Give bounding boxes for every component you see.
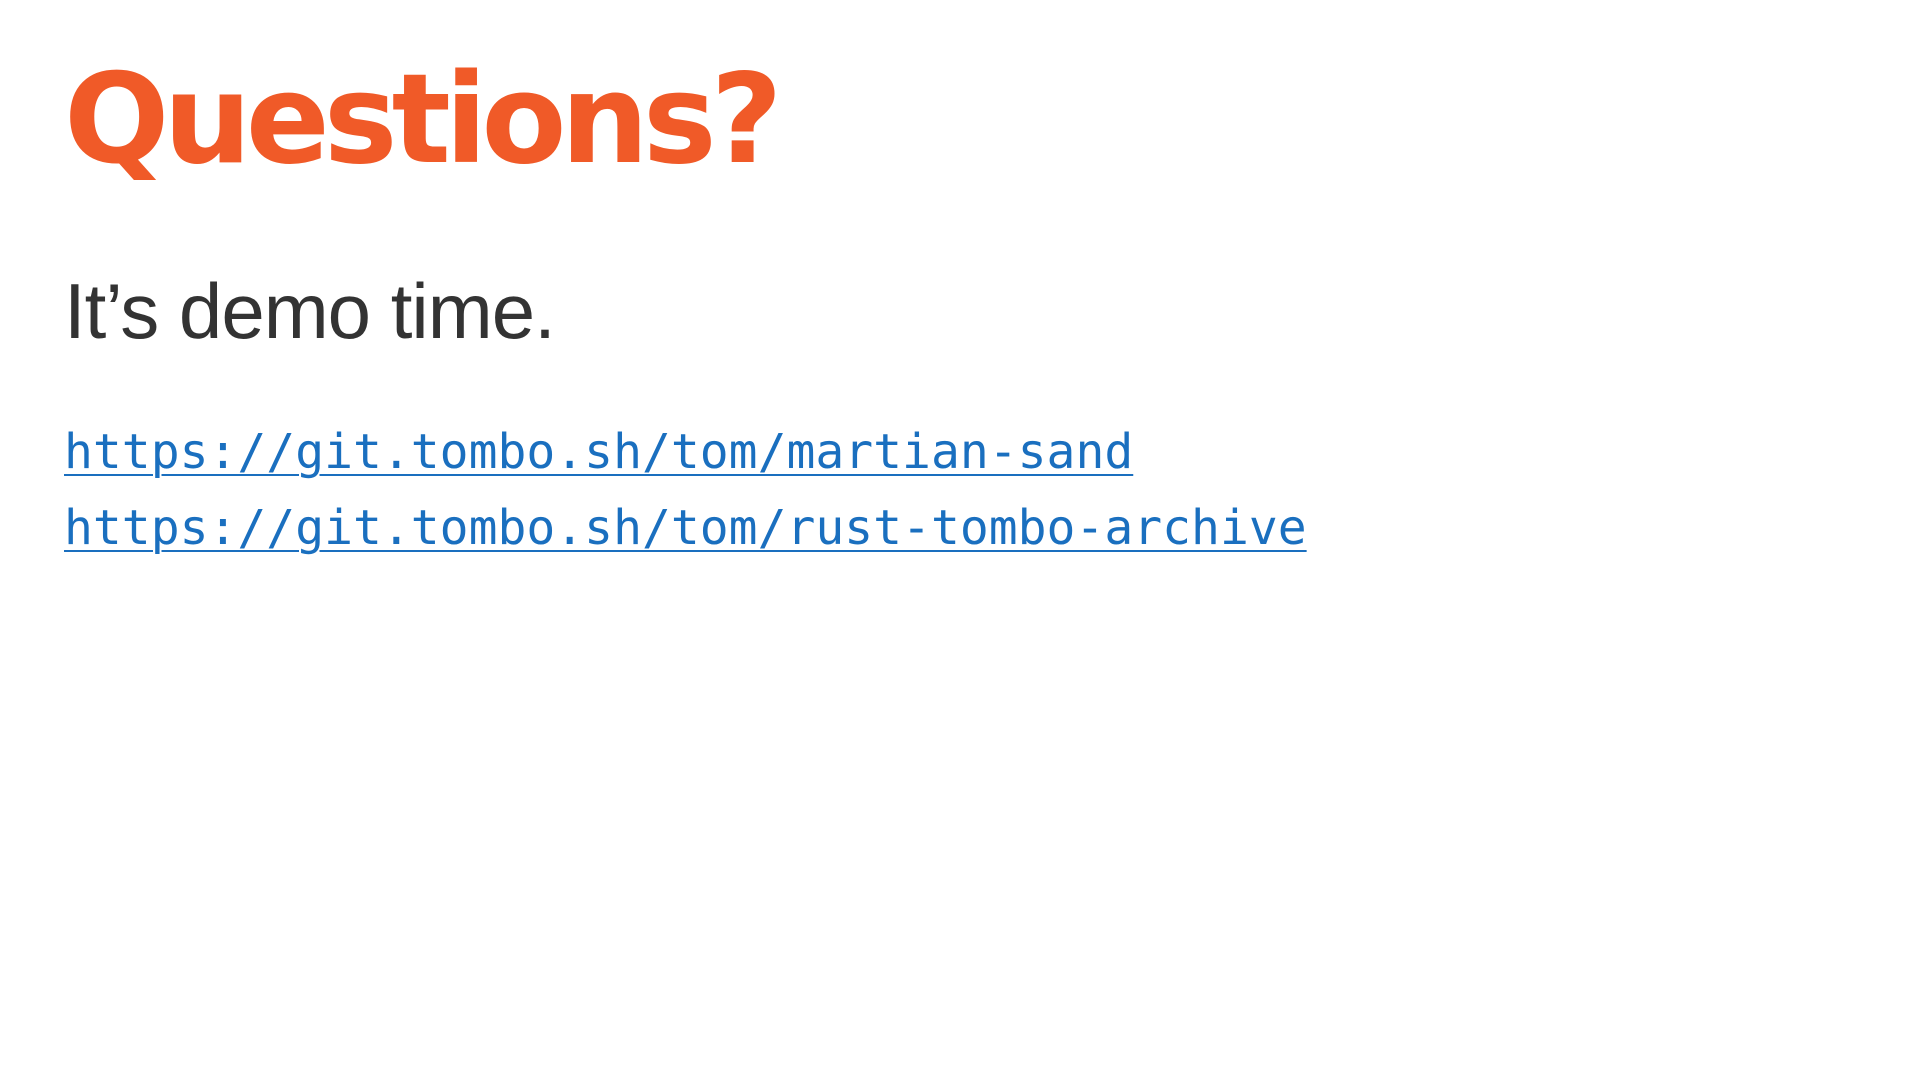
repo-link-martian-sand[interactable]: https://git.tombo.sh/tom/martian-sand	[64, 424, 1133, 480]
slide-title: Questions?	[64, 48, 783, 192]
list-item: https://git.tombo.sh/tom/rust-tombo-arch…	[64, 500, 1307, 576]
list-item: https://git.tombo.sh/tom/martian-sand	[64, 424, 1307, 500]
slide-subtitle: It’s demo time.	[64, 267, 556, 355]
repo-link-rust-tombo-archive[interactable]: https://git.tombo.sh/tom/rust-tombo-arch…	[64, 500, 1307, 556]
link-list: https://git.tombo.sh/tom/martian-sand ht…	[64, 424, 1307, 576]
slide: Questions? It’s demo time. https://git.t…	[0, 0, 1920, 1080]
